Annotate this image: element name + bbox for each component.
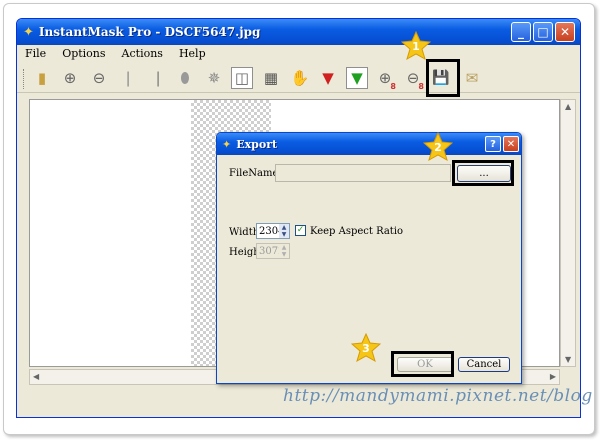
ok-highlight [391,351,454,377]
browse-highlight [452,160,514,186]
step-1-badge-icon: 1 [401,31,431,61]
dialog-icon: ✦ [222,137,232,151]
vertical-scrollbar[interactable]: ▲ ▼ [560,99,576,367]
grid-icon[interactable]: ▦ [260,67,282,89]
cancel-button[interactable]: Cancel [458,357,510,372]
eraser-icon[interactable]: ⬮ [174,67,196,89]
width-spinner[interactable]: 2304 ▲ ▼ [256,223,290,239]
dialog-title-bar[interactable]: ✦ Export ? ✕ [217,133,521,155]
filename-input[interactable] [275,164,451,182]
red-marker-icon[interactable]: ▼ [317,67,339,89]
menu-file[interactable]: File [25,47,46,60]
width-label: Width [229,227,260,238]
zoom-in-b-icon[interactable]: ⊕ 8 [374,67,396,91]
app-icon: ✦ [23,24,34,40]
brush-icon[interactable]: ❘ [147,67,169,89]
toolbar: ▮ ⊕ ⊖ ❘ ❘ ⬮ ✵ ◫ ▦ ✋ ▼ ▼ ⊕ 8 ⊖ 8 💾 ✉ [17,63,580,93]
zoom-in-b-sub: 8 [390,82,396,91]
keep-aspect-checkbox[interactable]: ✓ [295,225,306,236]
scroll-left-icon[interactable]: ◀ [33,372,39,381]
hand-icon[interactable]: ✋ [289,67,311,89]
scroll-up-icon[interactable]: ▲ [565,102,571,111]
save-highlight [426,59,460,97]
step-2-label: 2 [434,141,442,154]
height-spin-arrows-icon: ▲ ▼ [279,244,289,258]
green-marker-icon[interactable]: ▼ [346,67,368,89]
maximize-button[interactable]: □ [533,22,553,42]
pencil-icon[interactable]: ❘ [117,67,139,89]
step-1-label: 1 [412,40,420,53]
menu-help[interactable]: Help [179,47,206,60]
filename-label: FileName [229,168,279,179]
step-3-badge-icon: 3 [351,333,381,363]
watermark: http://mandymami.pixnet.net/blog [283,386,593,406]
minimize-button[interactable]: _ [511,22,531,42]
dialog-close-button[interactable]: ✕ [503,136,519,152]
dialog-help-button[interactable]: ? [485,136,501,152]
step-2-badge-icon: 2 [423,132,453,162]
zoom-out-icon[interactable]: ⊖ [88,67,110,89]
menu-bar: File Options Actions Help [17,45,580,62]
scroll-right-icon[interactable]: ▶ [550,372,556,381]
scroll-down-icon[interactable]: ▼ [565,355,571,364]
magic-wand-icon[interactable]: ✵ [203,67,225,89]
zoom-out-b-sub: 8 [418,82,424,91]
zoom-in-icon[interactable]: ⊕ [59,67,81,89]
zoom-out-b-icon[interactable]: ⊖ 8 [402,67,424,91]
width-spin-arrows-icon[interactable]: ▲ ▼ [279,224,289,238]
menu-actions[interactable]: Actions [122,47,163,60]
height-spinner: 3072 ▲ ▼ [256,243,290,259]
export-image-icon[interactable]: ✉ [461,67,483,89]
keep-aspect-label: Keep Aspect Ratio [310,226,404,237]
dialog-title: Export [236,137,278,151]
window-title: InstantMask Pro - DSCF5647.jpg [38,25,261,39]
preview-icon[interactable]: ◫ [231,67,253,89]
toolbar-grip[interactable] [23,69,26,89]
menu-options[interactable]: Options [62,47,105,60]
step-3-label: 3 [362,342,370,355]
zoom-out-b-glyph: ⊖ [406,69,420,87]
title-bar[interactable]: ✦ InstantMask Pro - DSCF5647.jpg _ □ ✕ [17,19,580,45]
book-icon[interactable]: ▮ [31,67,53,89]
zoom-in-b-glyph: ⊕ [378,69,392,87]
close-button[interactable]: ✕ [555,22,575,42]
